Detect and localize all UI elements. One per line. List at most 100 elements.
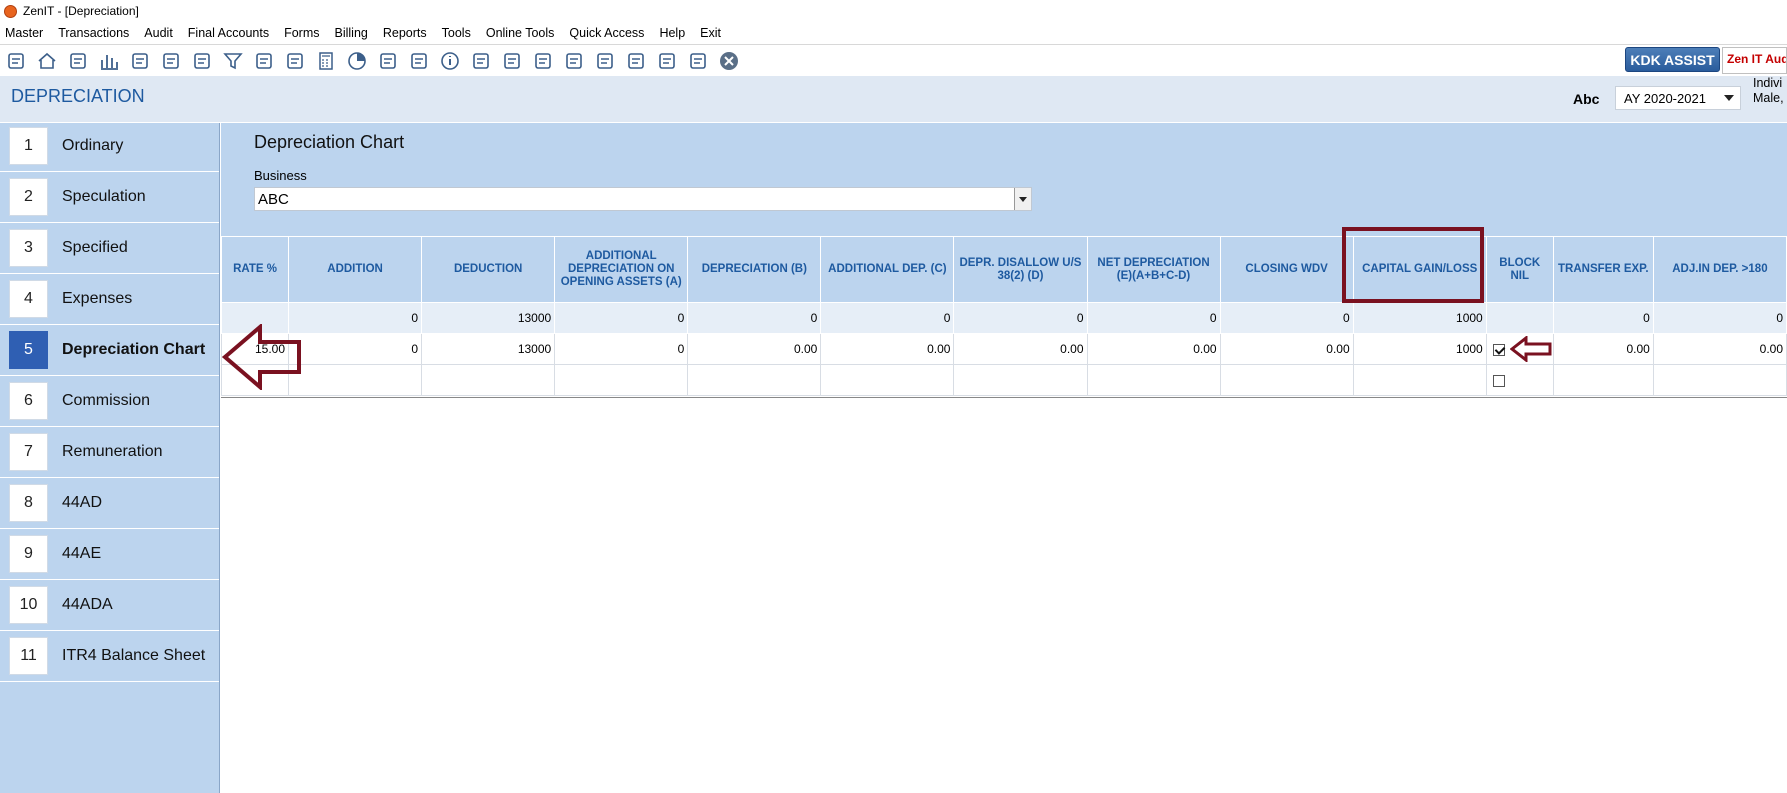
grid-cell[interactable] — [1652, 364, 1787, 396]
form-icon[interactable] — [684, 47, 711, 74]
window-title: ZenIT - [Depreciation] — [23, 4, 139, 18]
menu-item-reports[interactable]: Reports — [383, 26, 427, 40]
business-value: ABC — [258, 191, 289, 208]
sidebar-item-44ad[interactable]: 8 44AD — [0, 478, 219, 529]
grid-cell[interactable]: 0.00 — [1552, 333, 1654, 365]
total-cell: 0 — [687, 302, 822, 334]
sidebar-item-label: 44AD — [62, 494, 103, 511]
report-icon[interactable] — [467, 47, 494, 74]
grid-cell[interactable] — [1552, 364, 1654, 396]
menu-item-billing[interactable]: Billing — [335, 26, 368, 40]
grid-cell[interactable] — [1352, 364, 1487, 396]
menu-item-final-accounts[interactable]: Final Accounts — [188, 26, 269, 40]
main-panel: Depreciation Chart Business ABC — [221, 123, 1787, 236]
sidebar-item-depreciation-chart[interactable]: 5 Depreciation Chart — [0, 325, 219, 376]
grid-cell[interactable]: 0.00 — [953, 333, 1088, 365]
total-cell — [1485, 302, 1554, 334]
business-select[interactable]: ABC — [254, 187, 1032, 211]
gift-icon[interactable] — [126, 47, 153, 74]
menu-item-master[interactable]: Master — [5, 26, 43, 40]
bs-icon[interactable] — [591, 47, 618, 74]
chevron-down-icon — [1724, 95, 1734, 101]
sidebar-item-expenses[interactable]: 4 Expenses — [0, 274, 219, 325]
e-pay-icon[interactable] — [374, 47, 401, 74]
sidebar-item-label: Expenses — [62, 290, 133, 307]
calendar-icon[interactable] — [498, 47, 525, 74]
sidebar-item-44ae[interactable]: 9 44AE — [0, 529, 219, 580]
book-icon[interactable] — [405, 47, 432, 74]
pay-icon[interactable] — [281, 47, 308, 74]
menu-item-online-tools[interactable]: Online Tools — [486, 26, 555, 40]
menu-item-quick-access[interactable]: Quick Access — [569, 26, 644, 40]
sidebar-item-itr4-balance-sheet[interactable]: 11 ITR4 Balance Sheet — [0, 631, 219, 682]
menu-item-exit[interactable]: Exit — [700, 26, 721, 40]
dropdown-button[interactable] — [1014, 188, 1031, 210]
grid-cell[interactable]: 0.00 — [1219, 333, 1354, 365]
column-header: CLOSING WDV — [1219, 236, 1354, 303]
zen-it-audit-tab[interactable]: Zen IT Audit — [1722, 47, 1787, 74]
grid-cell[interactable]: 1000 — [1352, 333, 1487, 365]
grid-cell[interactable]: 0.00 — [1652, 333, 1787, 365]
info-icon[interactable] — [436, 47, 463, 74]
sidebar-item-commission[interactable]: 6 Commission — [0, 376, 219, 427]
grid-cell[interactable] — [820, 364, 955, 396]
sidebar-item-label: Depreciation Chart — [62, 341, 206, 358]
grid-cell[interactable] — [687, 364, 822, 396]
column-header: DEPR. DISALLOW U/S 38(2) (D) — [953, 236, 1088, 303]
close-circle-icon[interactable] — [715, 47, 742, 74]
sidebar-item-label: Commission — [62, 392, 151, 409]
grid-cell[interactable] — [421, 364, 556, 396]
sidebar-item-ordinary[interactable]: 1 Ordinary — [0, 121, 219, 172]
grid-cell[interactable] — [554, 364, 689, 396]
kdk-assist-button[interactable]: KDK ASSIST — [1625, 47, 1720, 72]
grid-cell[interactable] — [1086, 364, 1221, 396]
hammer-icon[interactable] — [188, 47, 215, 74]
doc-add-icon[interactable] — [529, 47, 556, 74]
grid-cell[interactable] — [953, 364, 1088, 396]
menu-item-tools[interactable]: Tools — [442, 26, 471, 40]
bs2-icon[interactable] — [622, 47, 649, 74]
block-nil-cell[interactable] — [1485, 364, 1554, 396]
grid-cell[interactable]: 13000 — [421, 333, 556, 365]
assessment-year-select[interactable]: AY 2020-2021 — [1615, 86, 1741, 110]
sidebar-item-speculation[interactable]: 2 Speculation — [0, 172, 219, 223]
rupee-icon[interactable] — [2, 47, 29, 74]
menu-item-transactions[interactable]: Transactions — [58, 26, 129, 40]
grid-cell[interactable]: 0 — [554, 333, 689, 365]
grid-cell[interactable] — [288, 364, 423, 396]
sidebar-item-remuneration[interactable]: 7 Remuneration — [0, 427, 219, 478]
sidebar-item-number: 6 — [9, 382, 48, 420]
tax-icon[interactable] — [250, 47, 277, 74]
building-icon[interactable] — [64, 47, 91, 74]
sidebar-item-specified[interactable]: 3 Specified — [0, 223, 219, 274]
3cd-icon[interactable] — [653, 47, 680, 74]
sidebar-item-label: Specified — [62, 239, 128, 256]
grid-cell[interactable]: 0.00 — [820, 333, 955, 365]
sidebar-item-number: 8 — [9, 484, 48, 522]
bar-chart-icon[interactable] — [95, 47, 122, 74]
grid-cell[interactable]: 0.00 — [687, 333, 822, 365]
sidebar-item-label: Speculation — [62, 188, 146, 205]
calculator-icon[interactable] — [312, 47, 339, 74]
pie-icon[interactable] — [343, 47, 370, 74]
menu-item-forms[interactable]: Forms — [284, 26, 319, 40]
assessee-type-line: Indivi — [1753, 76, 1783, 90]
home-icon[interactable] — [33, 47, 60, 74]
sidebar-item-44ada[interactable]: 10 44ADA — [0, 580, 219, 631]
column-header: DEDUCTION — [421, 236, 556, 303]
grid-cell[interactable]: 0.00 — [1086, 333, 1221, 365]
block-nil-checkbox[interactable] — [1492, 343, 1505, 356]
page-header: DEPRECIATION Abc AY 2020-2021 Indivi Mal… — [0, 76, 1787, 122]
menu-item-help[interactable]: Help — [659, 26, 685, 40]
grid-cell[interactable] — [1219, 364, 1354, 396]
funnel-icon[interactable] — [219, 47, 246, 74]
total-cell: 0 — [1219, 302, 1354, 334]
menu-item-audit[interactable]: Audit — [144, 26, 173, 40]
total-cell: 0 — [953, 302, 1088, 334]
users-icon[interactable] — [157, 47, 184, 74]
page-title: DEPRECIATION — [11, 86, 145, 106]
block-nil-checkbox[interactable] — [1492, 374, 1505, 387]
sidebar-item-number: 11 — [9, 637, 48, 675]
doc-search-icon[interactable] — [560, 47, 587, 74]
grid-cell[interactable]: 0 — [288, 333, 423, 365]
